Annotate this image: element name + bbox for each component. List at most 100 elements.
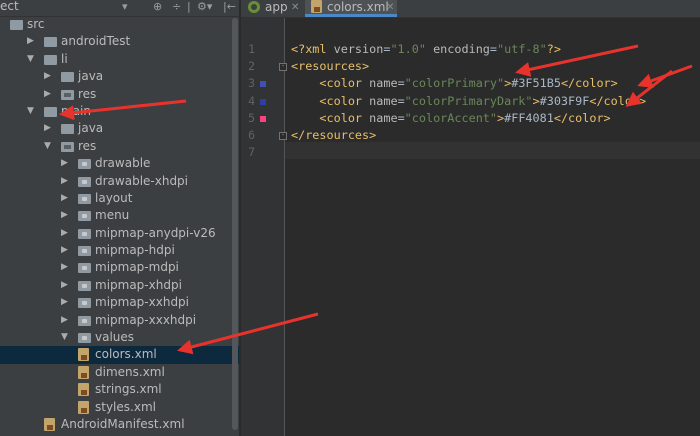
tree-item[interactable]: ▶ java bbox=[0, 68, 240, 85]
hide-panel-icon[interactable]: |← bbox=[223, 0, 236, 14]
tree-item-label: AndroidManifest.xml bbox=[61, 416, 185, 431]
close-tab-icon[interactable]: ✕ bbox=[386, 0, 394, 15]
project-panel-header: ect ▾ ⊕ ÷ | ⚙▾ |← bbox=[0, 0, 240, 17]
tree-item[interactable]: ▼ li bbox=[0, 51, 240, 68]
collapse-arrow-icon[interactable]: ▶ bbox=[60, 225, 69, 242]
tree-item[interactable]: ▶ drawable bbox=[0, 155, 240, 172]
collapse-arrow-icon[interactable]: ▶ bbox=[43, 86, 52, 103]
code-line[interactable]: </resources> bbox=[291, 128, 376, 142]
code-token: version bbox=[333, 42, 384, 56]
tree-item[interactable]: ▶ drawable-xhdpi bbox=[0, 173, 240, 190]
tree-item[interactable]: ▶ mipmap-xxxhdpi bbox=[0, 312, 240, 329]
package-folder-icon bbox=[78, 159, 91, 170]
tree-item[interactable]: ▶ mipmap-hdpi bbox=[0, 242, 240, 259]
collapse-arrow-icon[interactable]: ▶ bbox=[60, 173, 69, 190]
line-number: 6 bbox=[248, 128, 255, 142]
xml-file-icon bbox=[78, 365, 89, 379]
line-number: 5 bbox=[248, 110, 255, 125]
color-swatch-icon[interactable] bbox=[260, 98, 266, 105]
settings-gear-icon[interactable]: ⚙▾ bbox=[197, 0, 212, 14]
color-swatch-icon[interactable] bbox=[260, 115, 266, 122]
tree-item[interactable]: ▼ main bbox=[0, 103, 240, 120]
code-token: #303F9F bbox=[539, 93, 590, 108]
tree-item[interactable]: ▶ mipmap-mdpi bbox=[0, 259, 240, 276]
collapse-arrow-icon[interactable]: ▶ bbox=[43, 120, 52, 137]
tab-colors-xml[interactable]: colors.xml ✕ bbox=[305, 0, 397, 17]
view-dropdown-icon[interactable]: ▾ bbox=[122, 0, 128, 14]
code-line[interactable]: <?xml version="1.0" encoding="utf-8"?> bbox=[291, 42, 561, 56]
tree-item-label: mipmap-xhdpi bbox=[95, 277, 182, 292]
tree-item-label: styles.xml bbox=[95, 399, 156, 414]
tree-item[interactable]: dimens.xml bbox=[0, 364, 240, 381]
fold-marker-icon[interactable]: - bbox=[279, 132, 287, 140]
expand-arrow-icon[interactable]: ▼ bbox=[60, 329, 69, 346]
xml-file-icon bbox=[78, 400, 89, 414]
collapse-arrow-icon[interactable]: ▶ bbox=[60, 277, 69, 294]
tree-item-label: mipmap-hdpi bbox=[95, 243, 175, 258]
code-token: </color> bbox=[560, 76, 618, 91]
tree-item[interactable]: ▶ layout bbox=[0, 190, 240, 207]
fold-marker-icon[interactable]: - bbox=[279, 63, 287, 72]
collapse-arrow-icon[interactable]: ▶ bbox=[43, 68, 52, 85]
resource-folder-icon bbox=[61, 141, 74, 152]
collapse-arrow-icon[interactable]: ▶ bbox=[60, 155, 69, 172]
code-line[interactable]: <resources> bbox=[291, 59, 369, 73]
tree-item[interactable]: AndroidManifest.xml bbox=[0, 416, 240, 433]
expand-arrow-icon[interactable]: ▼ bbox=[26, 51, 35, 68]
tree-item[interactable]: styles.xml bbox=[0, 399, 240, 416]
tree-item-label: src bbox=[27, 17, 45, 31]
tree-item[interactable]: ▶ menu bbox=[0, 207, 240, 224]
collapse-all-icon[interactable]: ÷ bbox=[172, 0, 181, 14]
tab-app[interactable]: app ✕ bbox=[245, 0, 301, 17]
code-editor[interactable]: 1234567 <?xml version="1.0" encoding="ut… bbox=[241, 18, 700, 436]
package-folder-icon bbox=[78, 211, 91, 222]
tree-item[interactable]: ▼ values bbox=[0, 329, 240, 346]
collapse-arrow-icon[interactable]: ▶ bbox=[60, 190, 69, 207]
code-line[interactable]: <color name="colorPrimary">#3F51B5</colo… bbox=[291, 76, 618, 91]
tree-item[interactable]: ▶ mipmap-xxhdpi bbox=[0, 294, 240, 311]
folder-icon bbox=[44, 37, 57, 48]
code-line[interactable]: <color name="colorPrimaryDark">#303F9F</… bbox=[291, 94, 646, 108]
collapse-arrow-icon[interactable]: ▶ bbox=[26, 33, 35, 50]
collapse-arrow-icon[interactable]: ▶ bbox=[60, 207, 69, 224]
collapse-arrow-icon[interactable]: ▶ bbox=[60, 294, 69, 311]
folder-icon bbox=[44, 106, 57, 117]
code-token: "colorPrimaryDark" bbox=[404, 93, 533, 108]
project-panel: ect ▾ ⊕ ÷ | ⚙▾ |← src ▶ androidTest ▼ li ▶ jav… bbox=[0, 0, 240, 436]
scroll-from-source-icon[interactable]: ⊕ bbox=[153, 0, 162, 14]
close-tab-icon[interactable]: ✕ bbox=[291, 0, 299, 15]
tree-item[interactable]: colors.xml bbox=[0, 346, 240, 364]
color-swatch-icon[interactable] bbox=[260, 81, 266, 88]
collapse-arrow-icon[interactable]: ▶ bbox=[60, 242, 69, 259]
scrollbar[interactable] bbox=[232, 18, 238, 430]
code-token: "colorPrimary" bbox=[404, 76, 505, 91]
line-number: 2 bbox=[248, 59, 255, 74]
tree-item[interactable]: ▶ res bbox=[0, 86, 240, 103]
tree-item-label: colors.xml bbox=[95, 347, 157, 362]
tree-item[interactable]: ▶ java bbox=[0, 120, 240, 137]
expand-arrow-icon[interactable]: ▼ bbox=[43, 138, 52, 155]
tree-item[interactable]: ▶ mipmap-xhdpi bbox=[0, 277, 240, 294]
tree-item[interactable]: ▶ mipmap-anydpi-v26 bbox=[0, 225, 240, 242]
collapse-arrow-icon[interactable]: ▶ bbox=[60, 259, 69, 276]
code-token: name bbox=[369, 76, 398, 91]
tree-item-label: menu bbox=[95, 208, 130, 223]
tree-item-label: androidTest bbox=[61, 34, 131, 49]
package-folder-icon bbox=[78, 315, 91, 326]
code-token: </color> bbox=[589, 93, 647, 108]
tree-item[interactable]: strings.xml bbox=[0, 381, 240, 398]
code-token: = bbox=[489, 42, 498, 56]
collapse-arrow-icon[interactable]: ▶ bbox=[60, 312, 69, 329]
folder-icon bbox=[61, 124, 74, 135]
tree-item[interactable]: ▼ res bbox=[0, 138, 240, 155]
tree-item[interactable]: ▶ androidTest bbox=[0, 33, 240, 50]
tree-item[interactable]: src bbox=[0, 16, 240, 33]
tree-item-label: values bbox=[95, 330, 135, 345]
tab-label: colors.xml bbox=[327, 0, 389, 14]
line-number: 7 bbox=[248, 145, 255, 160]
code-line[interactable]: <color name="colorAccent">#FF4081</color… bbox=[291, 111, 610, 125]
expand-arrow-icon[interactable]: ▼ bbox=[26, 103, 35, 120]
tree-item-label: java bbox=[78, 69, 104, 84]
